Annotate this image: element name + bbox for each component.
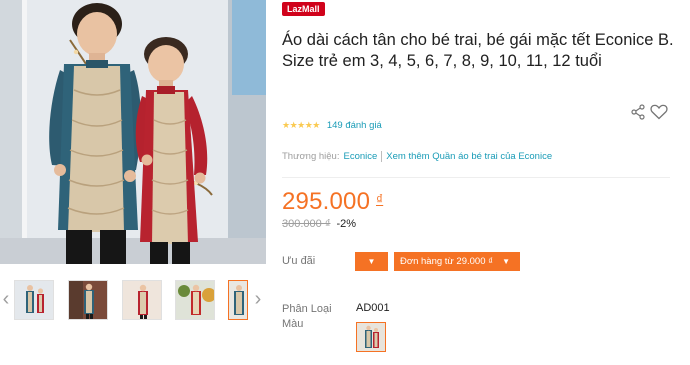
promo-label: Ưu đãi [282,255,316,267]
share-icon[interactable] [630,104,646,120]
rating-stars-icon: ★★★★★ [282,119,320,130]
rating-row: ★★★★★ 149 đánh giá [282,118,382,132]
lazmall-badge: LazMall [282,2,325,16]
order-voucher-dropdown[interactable]: Đơn hàng từ 29.000 ₫ ▼ [394,252,520,271]
brand-row: Thương hiệu: Econice Xem thêm Quần áo bé… [282,151,552,162]
section-divider [282,177,670,178]
thumbnail-2[interactable] [68,280,108,320]
dropdown-caret-icon: ▼ [367,257,376,266]
dropdown-caret-icon: ▼ [502,257,510,266]
promo-dropdown-button[interactable]: ▼ [355,252,388,271]
selected-variant-name: AD001 [356,302,390,314]
original-price: 300.000 ₫ [282,218,331,230]
brand-label: Thương hiệu: [282,151,340,162]
variant-label: Phân Loại Màu [282,303,332,330]
thumbnail-1[interactable] [14,280,54,320]
thumbnail-3[interactable] [122,280,162,320]
order-voucher-text: Đơn hàng từ 29.000 ₫ [400,256,493,267]
variant-swatch[interactable] [356,322,386,352]
current-price: 295.000 [282,188,371,215]
divider [381,151,383,162]
main-product-image[interactable] [0,0,266,264]
chevron-left-icon[interactable]: ‹ [0,286,12,312]
heart-icon[interactable] [650,104,668,120]
more-from-brand-link[interactable]: Xem thêm Quần áo bé trai của Econice [386,151,552,162]
original-price-row: 300.000 ₫ -2% [282,218,356,230]
review-count-link[interactable]: 149 đánh giá [327,120,382,131]
product-title: Áo dài cách tân cho bé trai, bé gái mặc … [282,31,674,70]
discount-percent: -2% [336,218,357,230]
thumbnail-5[interactable] [228,280,248,320]
thumbnail-strip: ‹ › [0,276,266,326]
currency-symbol: ₫ [376,191,384,207]
thumbnail-4[interactable] [175,280,215,320]
chevron-right-icon[interactable]: › [252,286,264,312]
brand-link[interactable]: Econice [343,151,377,162]
